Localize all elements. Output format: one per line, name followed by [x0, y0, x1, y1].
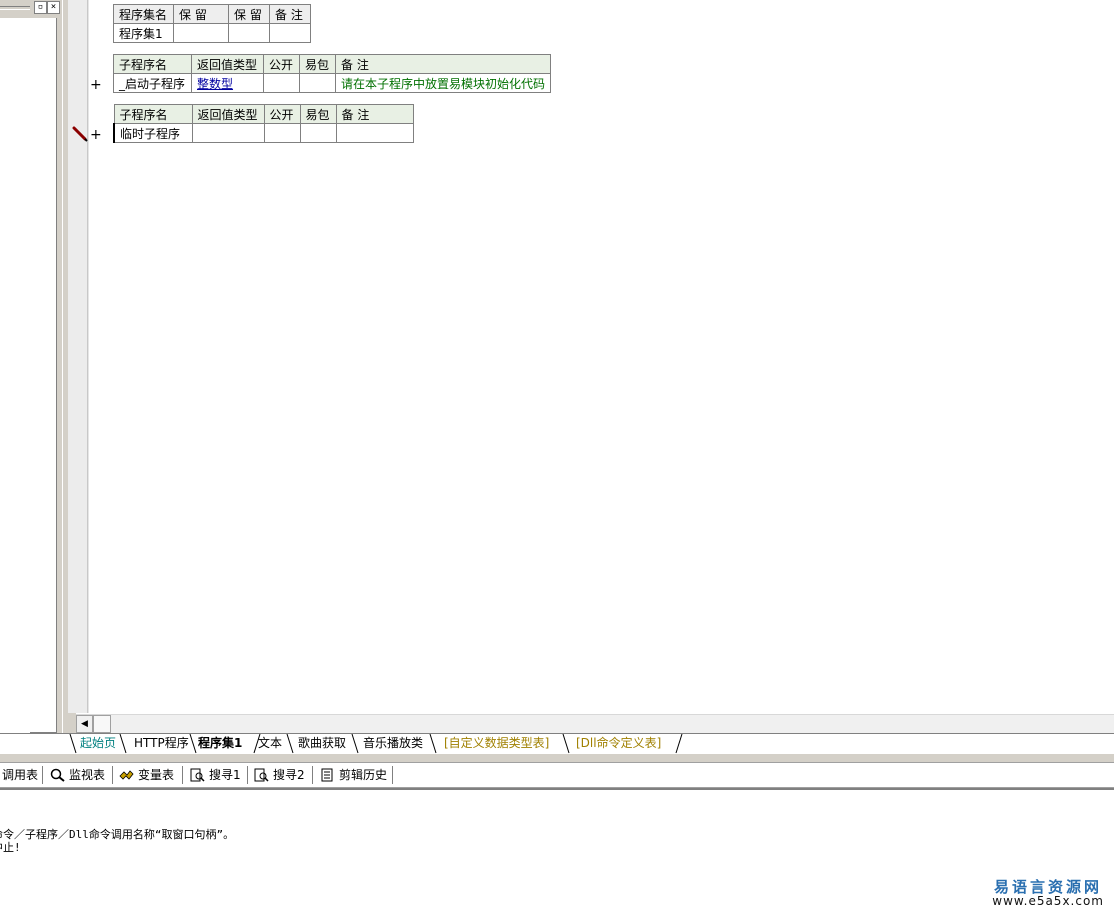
- header-cell: 返回值类型: [191, 54, 264, 74]
- editor-tab-strip: 起始页 HTTP程序 程序集1 文本 歌曲获取 音乐播放类 [自定义数据类型表]…: [0, 733, 1114, 754]
- clip-history-label: 剪辑历史: [339, 768, 388, 782]
- variable-table-label: 变量表: [138, 768, 175, 782]
- subroutine-name-cell[interactable]: 临时子程序: [113, 123, 193, 143]
- watch-table-button[interactable]: 监视表: [50, 766, 105, 784]
- tab-custom-datatype[interactable]: [自定义数据类型表]: [444, 734, 549, 753]
- edit-marker-icon: [72, 126, 88, 142]
- table-row[interactable]: 程序集1: [113, 23, 311, 43]
- header-cell: 子程序名: [113, 54, 192, 74]
- restore-icon[interactable]: ▫: [34, 1, 47, 14]
- tab-dll-commands[interactable]: [Dll命令定义表]: [576, 734, 661, 753]
- comment-cell[interactable]: [335, 123, 414, 143]
- header-cell: 公开: [263, 54, 300, 74]
- left-panel-titlebar: ▫ ×: [0, 0, 62, 16]
- table-cell[interactable]: [269, 23, 311, 43]
- output-line: 命令／子程序／Dll命令调用名称“取窗口句柄”。: [0, 828, 235, 841]
- output-panel[interactable]: 命令／子程序／Dll命令调用名称“取窗口句柄”。 中止!: [0, 790, 1114, 914]
- search-doc-icon: [254, 768, 269, 782]
- subroutine-table: 子程序名 返回值类型 公开 易包 备 注 _启动子程序 整数型 请在本子程序中放…: [113, 54, 552, 93]
- table-header-row: 程序集名 保 留 保 留 备 注: [113, 4, 311, 24]
- editor-gutter: [68, 0, 88, 713]
- expand-sub2-icon[interactable]: +: [90, 128, 102, 142]
- header-cell: 备 注: [334, 54, 552, 74]
- header-cell: 子程序名: [113, 104, 193, 124]
- bottom-toolbar-area: 调用表 监视表 变量表 搜寻1 搜寻2 剪辑历史: [0, 754, 1114, 788]
- public-cell[interactable]: [263, 73, 300, 93]
- program-set-name-cell[interactable]: 程序集1: [113, 23, 174, 43]
- return-type-cell[interactable]: 整数型: [191, 73, 264, 93]
- header-cell: 返回值类型: [191, 104, 265, 124]
- watermark-url: www.e5a5x.com: [992, 894, 1104, 908]
- table-row[interactable]: 临时子程序: [113, 123, 414, 143]
- call-table-label: 调用表: [2, 768, 39, 782]
- tab-music-player[interactable]: 音乐播放类: [363, 734, 423, 753]
- magnifier-icon: [50, 768, 65, 782]
- subroutine-name-cell[interactable]: _启动子程序: [113, 73, 192, 93]
- tab-text[interactable]: 文本: [258, 734, 282, 753]
- comment-cell[interactable]: 请在本子程序中放置易模块初始化代码: [334, 73, 552, 93]
- horizontal-scrollbar[interactable]: ◀: [76, 714, 1114, 733]
- return-type-cell[interactable]: [191, 123, 265, 143]
- search1-label: 搜寻1: [209, 768, 241, 782]
- scroll-left-icon[interactable]: ◀: [76, 715, 93, 733]
- variable-icon: [119, 770, 134, 780]
- header-cell: 备 注: [269, 4, 311, 24]
- header-cell: 公开: [263, 104, 301, 124]
- search-doc-icon: [190, 768, 205, 782]
- variable-table-button[interactable]: 变量表: [119, 766, 174, 784]
- watch-table-label: 监视表: [69, 768, 106, 782]
- clipboard-icon: [321, 768, 333, 782]
- left-panel: ▫ ×: [0, 0, 62, 734]
- left-panel-content[interactable]: [0, 18, 57, 733]
- search2-label: 搜寻2: [273, 768, 305, 782]
- tab-program-set-1[interactable]: 程序集1: [198, 734, 242, 753]
- program-set-table: 程序集名 保 留 保 留 备 注 程序集1: [113, 4, 311, 43]
- search2-button[interactable]: 搜寻2: [254, 766, 305, 784]
- header-cell: 程序集名: [113, 4, 174, 24]
- bottom-toolbar: 调用表 监视表 变量表 搜寻1 搜寻2 剪辑历史: [0, 762, 1114, 788]
- subroutine-table: 子程序名 返回值类型 公开 易包 备 注 临时子程序: [113, 104, 414, 143]
- table-cell[interactable]: [173, 23, 229, 43]
- header-cell: 保 留: [228, 4, 270, 24]
- public-cell[interactable]: [263, 123, 301, 143]
- tab-start-page[interactable]: 起始页: [80, 734, 116, 753]
- clip-history-button[interactable]: 剪辑历史: [320, 766, 387, 784]
- search1-button[interactable]: 搜寻1: [190, 766, 241, 784]
- header-cell: 保 留: [173, 4, 229, 24]
- table-row[interactable]: _启动子程序 整数型 请在本子程序中放置易模块初始化代码: [113, 73, 552, 93]
- epackage-cell[interactable]: [299, 123, 337, 143]
- tab-song-fetch[interactable]: 歌曲获取: [298, 734, 346, 753]
- close-icon[interactable]: ×: [47, 1, 60, 14]
- output-line: 中止!: [0, 841, 21, 854]
- epackage-cell[interactable]: [299, 73, 336, 93]
- header-cell: 易包: [299, 104, 337, 124]
- scroll-thumb[interactable]: [93, 715, 111, 733]
- tab-http-program[interactable]: HTTP程序: [134, 734, 189, 753]
- table-header-row: 子程序名 返回值类型 公开 易包 备 注: [113, 54, 552, 74]
- header-cell: 易包: [299, 54, 336, 74]
- expand-sub1-icon[interactable]: +: [90, 78, 102, 92]
- table-header-row: 子程序名 返回值类型 公开 易包 备 注: [113, 104, 414, 124]
- header-cell: 备 注: [335, 104, 414, 124]
- call-table-button[interactable]: 调用表: [2, 766, 38, 784]
- table-cell[interactable]: [228, 23, 270, 43]
